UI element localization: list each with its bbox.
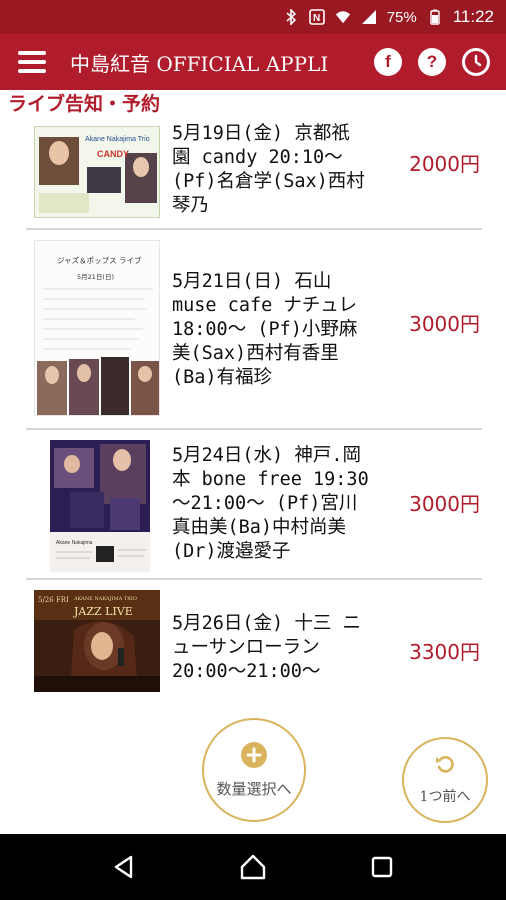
event-row[interactable]: 5/26 FRI AKANE NAKAJIMA TRIO JAZZ LIVE 5… <box>26 580 482 704</box>
event-row[interactable]: ジャズ＆ポップス ライブ 5月21日(日) 5月21日(日) 石山 muse c… <box>26 230 482 430</box>
svg-text:JAZZ LIVE: JAZZ LIVE <box>73 605 133 618</box>
event-flyer-image: Akane Nakajima <box>50 440 150 572</box>
event-flyer-image: ジャズ＆ポップス ライブ 5月21日(日) <box>34 240 160 416</box>
event-flyer-image: Akane Nakajima Trio CANDY <box>34 126 160 218</box>
battery-icon <box>427 9 443 25</box>
wifi-icon <box>335 9 351 25</box>
bluetooth-icon <box>283 9 299 25</box>
svg-text:5月21日(日): 5月21日(日) <box>77 273 114 281</box>
svg-text:Akane Nakajima: Akane Nakajima <box>56 540 93 546</box>
signal-icon <box>361 9 377 25</box>
battery-percent: 75% <box>386 8 417 26</box>
nfc-icon: N <box>308 9 325 25</box>
system-nav-bar <box>0 834 506 900</box>
event-description: 5月21日(日) 石山 muse cafe ナチュレ 18:00〜 (Pf)小野… <box>172 271 358 388</box>
svg-text:CANDY: CANDY <box>97 149 129 159</box>
quantity-select-button[interactable]: 数量選択へ <box>202 718 306 822</box>
app-bar: 中島紅音 OFFICIAL APPLI f ? <box>0 34 506 90</box>
nav-home-button[interactable] <box>223 837 283 897</box>
nav-back-button[interactable] <box>94 837 154 897</box>
event-price: 3000円 <box>409 492 480 516</box>
help-icon[interactable]: ? <box>418 48 446 76</box>
clock-icon[interactable] <box>462 48 490 76</box>
svg-text:Akane Nakajima Trio: Akane Nakajima Trio <box>85 136 150 143</box>
back-button[interactable]: 1つ前へ <box>402 737 488 823</box>
event-price: 3300円 <box>409 640 480 664</box>
event-description: 5月19日(金) 京都祇 園 candy 20:10〜 (Pf)名倉学(Sax)… <box>172 123 365 216</box>
home-icon <box>240 854 266 880</box>
event-row[interactable]: Akane Nakajima 5月24日(水) 神戸.岡 本 bone free… <box>26 430 482 580</box>
event-description: 5月24日(水) 神戸.岡 本 bone free 19:30 〜21:00〜 … <box>172 445 369 562</box>
svg-text:5/26 FRI: 5/26 FRI <box>38 596 69 604</box>
section-title: ライブ告知・予約 <box>0 90 506 118</box>
event-price: 2000円 <box>409 152 480 176</box>
plus-icon <box>241 741 267 768</box>
triangle-back-icon <box>115 855 133 879</box>
status-bar: N 75% 11:22 <box>0 0 506 34</box>
event-flyer-image: 5/26 FRI AKANE NAKAJIMA TRIO JAZZ LIVE <box>34 590 160 692</box>
event-price: 3000円 <box>409 312 480 336</box>
menu-button[interactable] <box>0 34 64 90</box>
menu-icon <box>18 51 46 73</box>
back-label: 1つ前へ <box>419 789 471 805</box>
facebook-icon[interactable]: f <box>374 48 402 76</box>
event-description: 5月26日(金) 十三 ニ ューサンローラン 20:00〜21:00〜 <box>172 613 361 682</box>
svg-text:N: N <box>313 13 320 24</box>
quantity-select-label: 数量選択へ <box>216 779 292 798</box>
nav-recents-button[interactable] <box>352 837 412 897</box>
app-title: 中島紅音 OFFICIAL APPLI <box>70 51 329 76</box>
square-recents-icon <box>371 856 392 878</box>
undo-icon <box>434 754 456 780</box>
svg-text:AKANE NAKAJIMA TRIO: AKANE NAKAJIMA TRIO <box>73 596 137 602</box>
status-time: 11:22 <box>452 7 494 26</box>
svg-text:ジャズ＆ポップス ライブ: ジャズ＆ポップス ライブ <box>57 255 142 265</box>
event-row[interactable]: Akane Nakajima Trio CANDY 5月19日(金) 京都祇 園… <box>26 118 482 230</box>
